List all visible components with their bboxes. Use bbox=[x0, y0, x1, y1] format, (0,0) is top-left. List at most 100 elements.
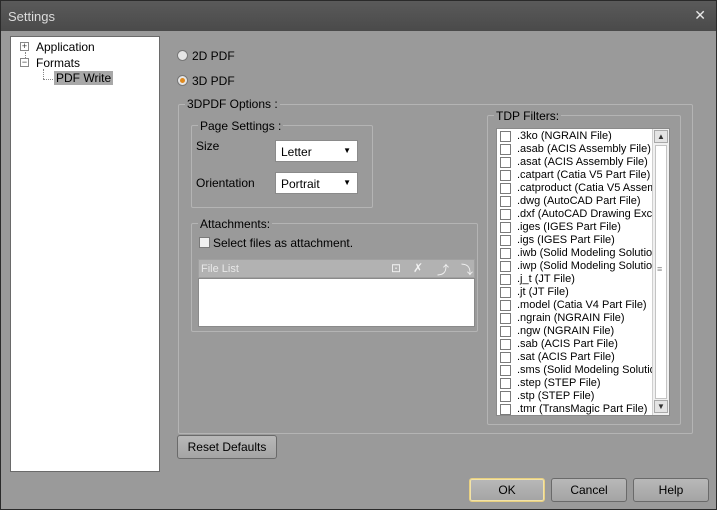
tdp-filter-checkbox[interactable] bbox=[500, 287, 511, 298]
tdp-filter-label: .igs (IGES Part File) bbox=[517, 234, 615, 246]
tdp-filter-checkbox[interactable] bbox=[500, 209, 511, 220]
radio-3d-pdf[interactable] bbox=[177, 75, 188, 86]
chevron-down-icon: ▼ bbox=[343, 178, 351, 187]
tdp-filter-item[interactable]: .catpart (Catia V5 Part File) bbox=[497, 169, 657, 182]
page-settings-title: Page Settings : bbox=[198, 119, 284, 133]
tdp-filter-checkbox[interactable] bbox=[500, 248, 511, 259]
tdp-filter-label: .dwg (AutoCAD Part File) bbox=[517, 195, 641, 207]
tree-item-label: Application bbox=[36, 40, 95, 54]
tdp-filter-item[interactable]: .stp (STEP File) bbox=[497, 390, 657, 403]
tdp-filter-item[interactable]: .asat (ACIS Assembly File) bbox=[497, 156, 657, 169]
remove-file-icon[interactable]: ✗ bbox=[413, 261, 423, 275]
tdp-filter-item[interactable]: .iwb (Solid Modeling Solution bbox=[497, 247, 657, 260]
tdp-filter-label: .ngw (NGRAIN File) bbox=[517, 325, 615, 337]
expand-icon[interactable]: + bbox=[20, 42, 29, 51]
add-file-icon[interactable]: ⊡ bbox=[391, 261, 401, 275]
radio-3d-pdf-label[interactable]: 3D PDF bbox=[192, 74, 235, 88]
tdp-filter-checkbox[interactable] bbox=[500, 144, 511, 155]
tdp-filter-checkbox[interactable] bbox=[500, 378, 511, 389]
tdp-filter-label: .iwb (Solid Modeling Solution bbox=[517, 247, 657, 259]
cancel-button[interactable]: Cancel bbox=[551, 478, 627, 502]
tdp-filter-item[interactable]: .ngw (NGRAIN File) bbox=[497, 325, 657, 338]
tdp-filter-item[interactable]: .tmr (TransMagic Part File) bbox=[497, 403, 657, 415]
tdp-filter-checkbox[interactable] bbox=[500, 222, 511, 233]
tdp-filter-item[interactable]: .sab (ACIS Part File) bbox=[497, 338, 657, 351]
tdp-filter-item[interactable]: .sms (Solid Modeling Solution bbox=[497, 364, 657, 377]
tree-item-formats[interactable]: − Formats bbox=[20, 56, 150, 71]
ok-button[interactable]: OK bbox=[469, 478, 545, 502]
tdp-filter-label: .asab (ACIS Assembly File) bbox=[517, 143, 651, 155]
radio-2d-pdf-label[interactable]: 2D PDF bbox=[192, 49, 235, 63]
tdp-filter-label: .catpart (Catia V5 Part File) bbox=[517, 169, 651, 181]
file-list-toolbar: File List ⊡ ✗ ⤴ ⤵ bbox=[198, 259, 475, 278]
tdp-filter-item[interactable]: .ngrain (NGRAIN File) bbox=[497, 312, 657, 325]
move-down-icon[interactable]: ⤵ bbox=[461, 261, 473, 278]
tdp-filter-checkbox[interactable] bbox=[500, 196, 511, 207]
reset-defaults-button[interactable]: Reset Defaults bbox=[177, 435, 277, 459]
tdp-filter-item[interactable]: .j_t (JT File) bbox=[497, 273, 657, 286]
tdp-filter-checkbox[interactable] bbox=[500, 339, 511, 350]
tdp-scrollbar[interactable]: ▲ ≡ ▼ bbox=[652, 129, 669, 415]
tree-item-application[interactable]: + Application bbox=[20, 40, 150, 55]
tdp-filter-item[interactable]: .3ko (NGRAIN File) bbox=[497, 130, 657, 143]
tdp-filter-item[interactable]: .asab (ACIS Assembly File) bbox=[497, 143, 657, 156]
tdp-filter-checkbox[interactable] bbox=[500, 313, 511, 324]
tdp-filter-checkbox[interactable] bbox=[500, 170, 511, 181]
move-up-icon[interactable]: ⤴ bbox=[437, 261, 449, 278]
file-list[interactable] bbox=[198, 278, 475, 327]
tdp-filter-checkbox[interactable] bbox=[500, 235, 511, 246]
tdp-filter-item[interactable]: .igs (IGES Part File) bbox=[497, 234, 657, 247]
tdp-filter-label: .ngrain (NGRAIN File) bbox=[517, 312, 625, 324]
tdp-filter-checkbox[interactable] bbox=[500, 274, 511, 285]
tree-item-label: PDF Write bbox=[54, 71, 114, 85]
settings-dialog: Settings ✕ + Application − Formats PDF W… bbox=[0, 0, 717, 510]
tdp-filter-label: .iwp (Solid Modeling Solution bbox=[517, 260, 657, 272]
tdp-filter-checkbox[interactable] bbox=[500, 326, 511, 337]
tdp-filter-checkbox[interactable] bbox=[500, 183, 511, 194]
tdp-filter-item[interactable]: .dxf (AutoCAD Drawing Exch bbox=[497, 208, 657, 221]
scroll-down-icon[interactable]: ▼ bbox=[654, 400, 668, 413]
tdp-filter-checkbox[interactable] bbox=[500, 261, 511, 272]
tdp-filter-item[interactable]: .catproduct (Catia V5 Assem bbox=[497, 182, 657, 195]
tdp-filter-label: .sab (ACIS Part File) bbox=[517, 338, 618, 350]
tdp-filter-label: .j_t (JT File) bbox=[517, 273, 575, 285]
tdp-filter-label: .3ko (NGRAIN File) bbox=[517, 130, 612, 142]
tdp-filter-item[interactable]: .dwg (AutoCAD Part File) bbox=[497, 195, 657, 208]
tdp-filter-item[interactable]: .jt (JT File) bbox=[497, 286, 657, 299]
pdf-options-title: 3DPDF Options : bbox=[185, 97, 280, 111]
attachment-checkbox-label[interactable]: Select files as attachment. bbox=[213, 236, 353, 250]
page-settings-group bbox=[191, 125, 373, 208]
tdp-filter-item[interactable]: .model (Catia V4 Part File) bbox=[497, 299, 657, 312]
tree-line bbox=[43, 79, 53, 80]
tdp-filter-item[interactable]: .iwp (Solid Modeling Solution bbox=[497, 260, 657, 273]
tdp-filter-checkbox[interactable] bbox=[500, 131, 511, 142]
radio-2d-pdf[interactable] bbox=[177, 50, 188, 61]
orientation-label: Orientation bbox=[196, 176, 255, 190]
settings-tree: + Application − Formats PDF Write bbox=[10, 36, 160, 472]
tdp-filter-item[interactable]: .step (STEP File) bbox=[497, 377, 657, 390]
close-icon[interactable]: ✕ bbox=[694, 7, 706, 24]
tree-item-pdf-write[interactable]: PDF Write bbox=[54, 71, 154, 86]
tdp-filter-checkbox[interactable] bbox=[500, 300, 511, 311]
size-value: Letter bbox=[281, 145, 312, 159]
tdp-filter-item[interactable]: .sat (ACIS Part File) bbox=[497, 351, 657, 364]
orientation-select[interactable]: Portrait ▼ bbox=[275, 172, 358, 194]
tdp-filter-checkbox[interactable] bbox=[500, 352, 511, 363]
tdp-filter-label: .asat (ACIS Assembly File) bbox=[517, 156, 648, 168]
tdp-filter-checkbox[interactable] bbox=[500, 157, 511, 168]
tdp-filter-checkbox[interactable] bbox=[500, 391, 511, 402]
attachment-checkbox[interactable] bbox=[199, 237, 210, 248]
tdp-filter-checkbox[interactable] bbox=[500, 404, 511, 415]
window-title: Settings bbox=[8, 9, 55, 24]
tdp-filter-label: .tmr (TransMagic Part File) bbox=[517, 403, 648, 415]
help-button[interactable]: Help bbox=[633, 478, 709, 502]
size-select[interactable]: Letter ▼ bbox=[275, 140, 358, 162]
tdp-filter-checkbox[interactable] bbox=[500, 365, 511, 376]
collapse-icon[interactable]: − bbox=[20, 58, 29, 67]
tdp-filter-label: .model (Catia V4 Part File) bbox=[517, 299, 647, 311]
scroll-up-icon[interactable]: ▲ bbox=[654, 130, 668, 143]
scroll-thumb[interactable]: ≡ bbox=[655, 145, 667, 399]
grip-icon: ≡ bbox=[657, 264, 663, 274]
tdp-filter-item[interactable]: .iges (IGES Part File) bbox=[497, 221, 657, 234]
tdp-filter-label: .sms (Solid Modeling Solution bbox=[517, 364, 657, 376]
